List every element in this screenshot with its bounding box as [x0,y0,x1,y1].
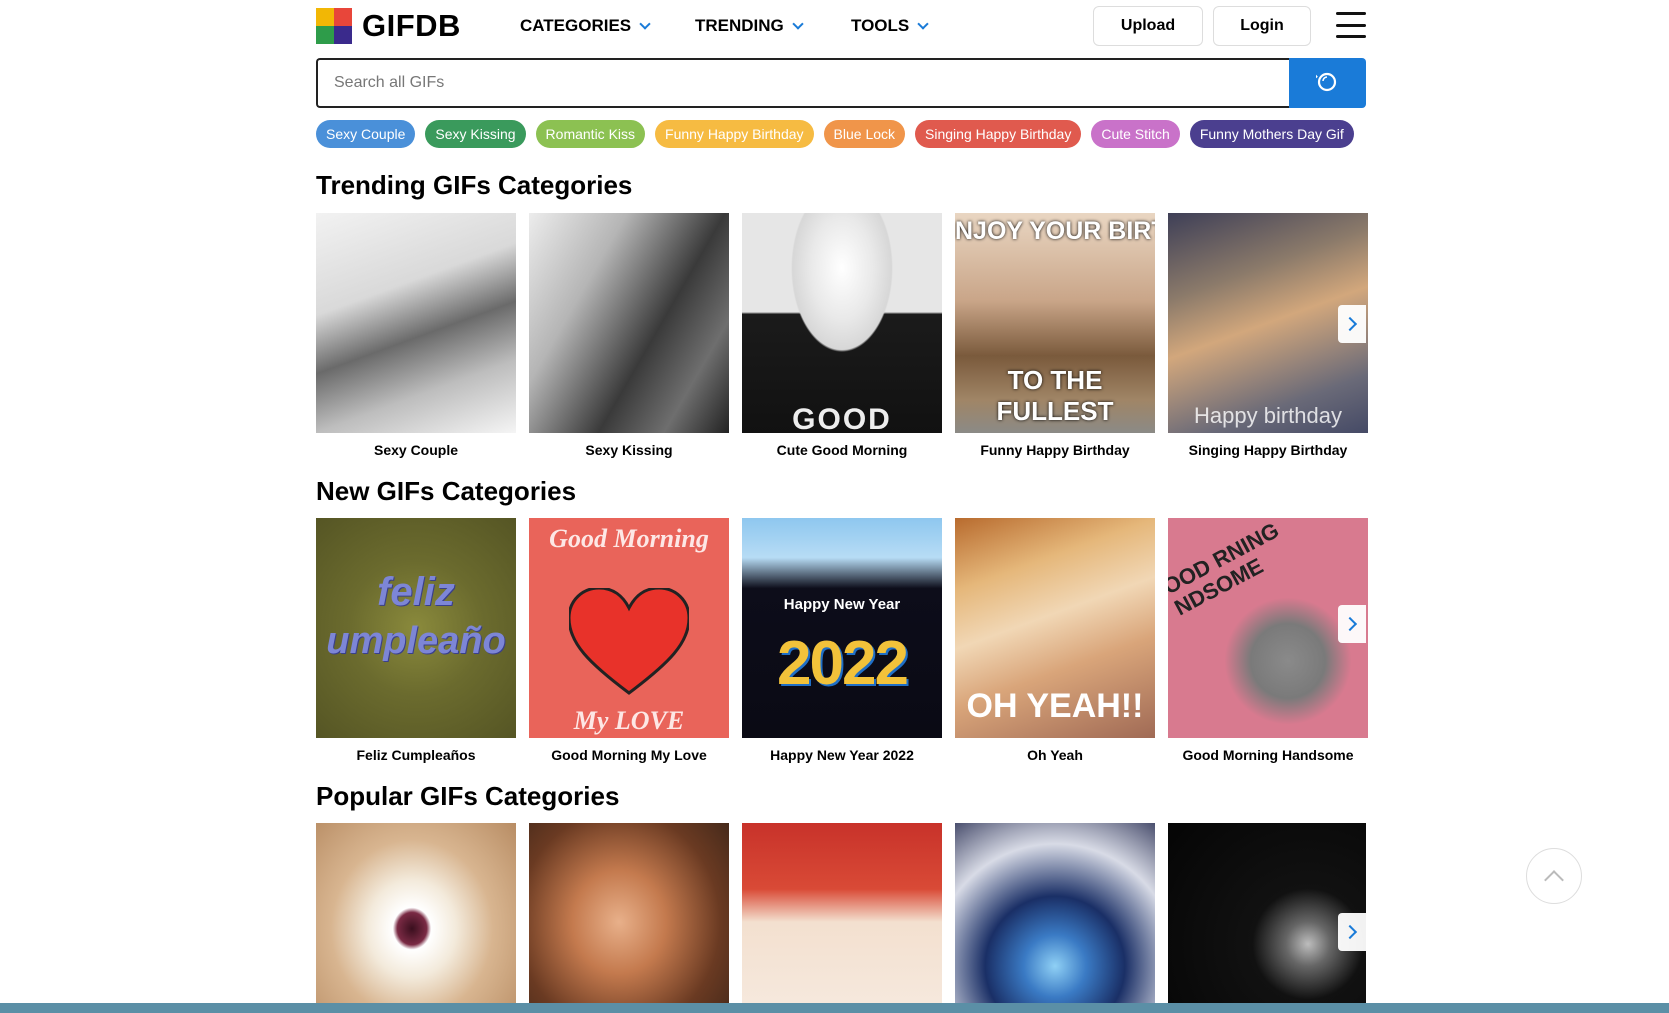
category-card[interactable] [529,823,729,1003]
chevron-right-icon [1342,924,1358,940]
category-card[interactable]: GOOD Cute Good Morning [742,213,942,458]
gif-thumbnail[interactable] [316,213,516,433]
search-button[interactable] [1289,58,1366,108]
site-header: GIFDB CATEGORIES TRENDING TOOLS Upload L… [316,0,1366,52]
popular-section-title: Popular GIFs Categories [316,781,620,811]
card-caption: Funny Happy Birthday [980,442,1130,458]
category-card[interactable]: feliz umpleaño Feliz Cumpleaños [316,518,516,763]
tag-pill[interactable]: Blue Lock [823,120,906,148]
card-caption: Cute Good Morning [776,442,908,458]
search-bar [316,58,1366,108]
trending-section-title: Trending GIFs Categories [316,170,633,200]
gif-thumbnail[interactable]: GOOD [742,213,942,433]
card-caption: Good Morning My Love [551,747,707,763]
thumbnail-text: Happy birthday [1194,403,1342,428]
scroll-to-top-button[interactable] [1526,848,1582,904]
trending-row: Sexy Couple Sexy Kissing GOOD Cute Good … [316,213,1368,458]
thumbnail-text: Good Morning [549,524,709,553]
card-caption: Singing Happy Birthday [1188,442,1348,458]
gif-thumbnail[interactable] [955,823,1155,1003]
gif-thumbnail[interactable]: feliz umpleaño [316,518,516,738]
thumbnail-text: OOD RNING NDSOME [1168,518,1283,621]
chevron-right-icon [1342,616,1358,632]
card-caption: Happy New Year 2022 [770,747,914,763]
login-button[interactable]: Login [1213,6,1311,46]
search-input[interactable] [316,58,1289,108]
nav-tools[interactable]: TOOLS [851,16,929,36]
category-card[interactable]: Happy New Year 2022 Happy New Year 2022 [742,518,942,763]
carousel-next-button[interactable] [1338,913,1366,951]
nav-tools-label: TOOLS [851,16,910,35]
category-card[interactable]: OH YEAH!! Oh Yeah [955,518,1155,763]
category-card[interactable] [742,823,942,1003]
card-caption: Sexy Kissing [585,442,673,458]
menu-icon[interactable] [1336,12,1366,38]
card-caption: Feliz Cumpleaños [356,747,476,763]
category-card[interactable] [316,823,516,1003]
logo-mark-icon [316,8,352,44]
chevron-down-icon [917,17,929,30]
bottom-bar [0,1003,1669,1013]
upload-button[interactable]: Upload [1093,6,1203,46]
tag-pill[interactable]: Romantic Kiss [535,120,646,148]
chevron-down-icon [639,17,651,30]
category-card[interactable]: Sexy Kissing [529,213,729,458]
nav-trending[interactable]: TRENDING [695,16,804,36]
thumbnail-text: Happy New Year [783,596,901,613]
site-logo[interactable]: GIFDB [316,8,462,44]
nav-trending-label: TRENDING [695,16,784,35]
gif-thumbnail[interactable] [529,823,729,1003]
tag-pill[interactable]: Funny Mothers Day Gif [1189,120,1354,148]
card-caption: Sexy Couple [373,442,459,458]
logo-text: GIFDB [362,8,461,43]
chevron-right-icon [1342,316,1358,332]
card-caption: Good Morning Handsome [1182,747,1354,763]
thumbnail-text: OH YEAH!! [966,687,1144,725]
thumbnail-text: My LOVE [573,706,685,735]
tag-pill[interactable]: Singing Happy Birthday [915,120,1082,148]
nav-categories-label: CATEGORIES [520,16,632,35]
chevron-up-icon [1544,870,1564,890]
category-card[interactable]: NJOY YOUR BIRTHDA TO THE FULLEST Funny H… [955,213,1155,458]
thumbnail-text: GOOD [792,403,892,433]
gif-thumbnail[interactable] [529,213,729,433]
category-card[interactable] [1168,823,1366,1003]
gif-thumbnail[interactable]: OH YEAH!! [955,518,1155,738]
new-section-title: New GIFs Categories [316,476,577,506]
search-icon [1315,72,1336,92]
card-caption: Oh Yeah [1027,747,1083,763]
carousel-next-button[interactable] [1338,605,1366,643]
new-row: feliz umpleaño Feliz Cumpleaños Good Mor… [316,518,1368,763]
gif-thumbnail[interactable] [1168,823,1366,1003]
gif-thumbnail[interactable]: Good Morning My LOVE [529,518,729,738]
tag-pill[interactable]: Cute Stitch [1091,120,1180,148]
gif-thumbnail[interactable] [316,823,516,1003]
tag-pill[interactable]: Sexy Couple [316,120,416,148]
heart-icon [569,588,689,695]
thumbnail-text: NJOY YOUR BIRTHDA [955,217,1155,245]
nav-categories[interactable]: CATEGORIES [520,16,651,36]
tag-list: Sexy Couple Sexy Kissing Romantic Kiss Funn… [316,120,1354,148]
gif-thumbnail[interactable]: NJOY YOUR BIRTHDA TO THE FULLEST [955,213,1155,433]
category-card[interactable]: Sexy Couple [316,213,516,458]
thumbnail-text: TO THE FULLEST [996,365,1114,426]
tag-pill[interactable]: Sexy Kissing [425,120,526,148]
chevron-down-icon [792,17,804,30]
gif-thumbnail[interactable]: Happy New Year 2022 [742,518,942,738]
carousel-next-button[interactable] [1338,305,1366,343]
category-card[interactable] [955,823,1155,1003]
category-card[interactable]: Good Morning My LOVE Good Morning My Lov… [529,518,729,763]
thumbnail-text: umpleaño [326,620,506,662]
tag-pill[interactable]: Funny Happy Birthday [655,120,814,148]
thumbnail-text: 2022 [777,629,909,698]
gif-thumbnail[interactable] [742,823,942,1003]
popular-row [316,823,1366,1003]
thumbnail-text: feliz [377,570,455,614]
